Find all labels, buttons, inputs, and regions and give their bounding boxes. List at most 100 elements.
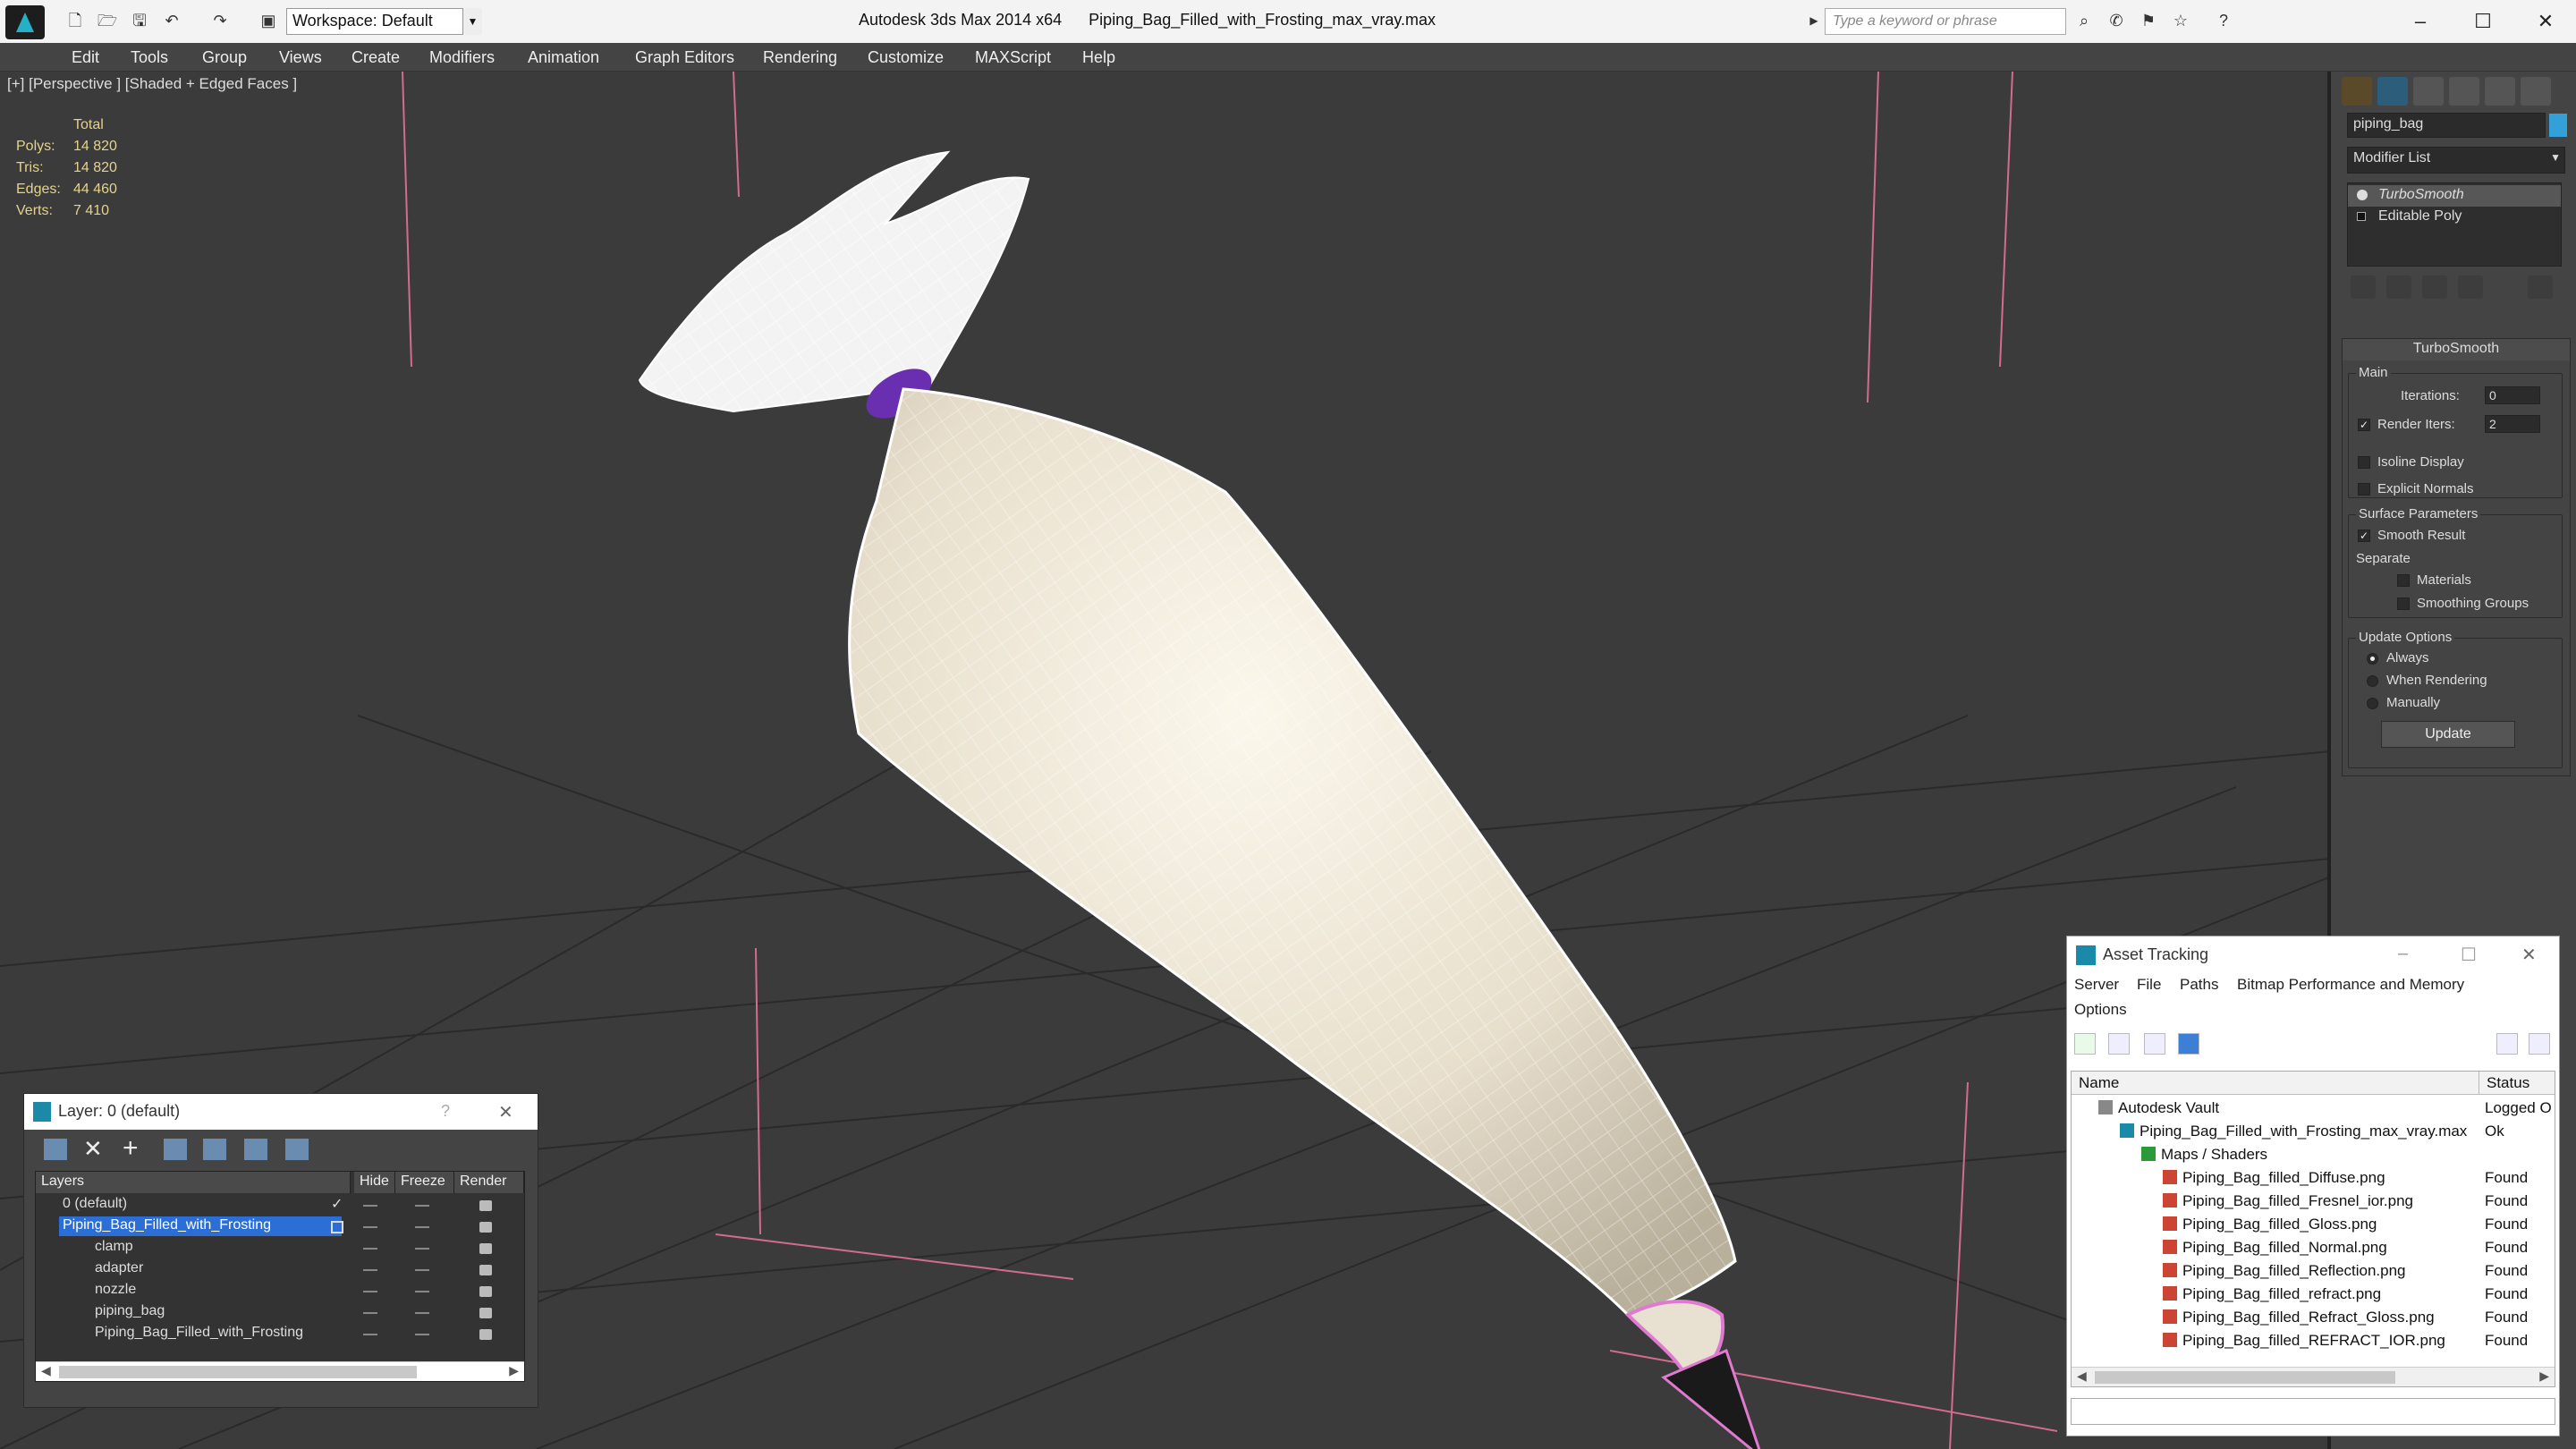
hide-toggle[interactable] — [363, 1205, 377, 1207]
lightbulb-icon[interactable] — [2357, 190, 2368, 200]
create-tab-icon[interactable] — [2342, 77, 2372, 106]
freeze-toggle[interactable] — [415, 1226, 429, 1228]
asset-settings-icon[interactable] — [2529, 1033, 2550, 1055]
menu-group[interactable]: Group — [202, 48, 247, 67]
hide-all-icon[interactable] — [244, 1139, 267, 1160]
close-button[interactable]: ✕ — [498, 1101, 513, 1123]
layer-horizontal-scrollbar[interactable]: ◀ ▶ — [36, 1361, 524, 1381]
menu-server[interactable]: Server — [2074, 976, 2119, 994]
menu-help[interactable]: Help — [1082, 48, 1115, 67]
refresh-icon[interactable] — [2074, 1033, 2096, 1055]
minimize-button[interactable]: – — [2394, 4, 2447, 39]
stack-item-editable-poly[interactable]: Editable Poly — [2348, 207, 2561, 228]
explicit-normals-checkbox[interactable] — [2358, 483, 2370, 496]
object-name-field[interactable]: piping_bag — [2347, 113, 2546, 138]
remove-modifier-icon[interactable] — [2458, 275, 2483, 299]
menu-bitmap-performance[interactable]: Bitmap Performance and Memory — [2237, 976, 2464, 994]
asset-horizontal-scrollbar[interactable]: ◀ ▶ — [2072, 1367, 2555, 1386]
tree-view-icon[interactable] — [2144, 1033, 2165, 1055]
close-button[interactable]: ✕ — [2521, 944, 2537, 966]
maximize-button[interactable]: ☐ — [2456, 4, 2510, 39]
menu-create[interactable]: Create — [352, 48, 400, 67]
smooth-result-checkbox[interactable]: ✓ — [2358, 530, 2370, 542]
set-current-layer-icon[interactable] — [331, 1221, 343, 1233]
active-layer-check-icon[interactable]: ✓ — [331, 1195, 343, 1213]
highlight-layer-icon[interactable] — [203, 1139, 226, 1160]
stack-item-turbosmooth[interactable]: TurboSmooth — [2348, 185, 2561, 207]
app-logo-icon[interactable] — [5, 5, 45, 39]
search-input[interactable]: Type a keyword or phrase — [1825, 8, 2066, 35]
freeze-toggle[interactable] — [415, 1205, 429, 1207]
redo-icon[interactable]: ↷ — [209, 11, 231, 30]
menu-graph-editors[interactable]: Graph Editors — [635, 48, 734, 67]
render-teapot-icon[interactable] — [479, 1286, 492, 1297]
save-icon[interactable]: 🖫 — [129, 11, 150, 30]
menu-options[interactable]: Options — [2074, 1001, 2127, 1019]
menu-modifiers[interactable]: Modifiers — [429, 48, 495, 67]
table-row[interactable]: Piping_Bag_filled_Refract_Gloss.png Found — [2072, 1306, 2555, 1329]
table-view-icon[interactable] — [2178, 1033, 2199, 1055]
scroll-left-icon[interactable]: ◀ — [2077, 1368, 2087, 1384]
menu-tools[interactable]: Tools — [131, 48, 168, 67]
when-rendering-radio[interactable] — [2367, 675, 2378, 687]
new-file-icon[interactable]: 🗋 — [64, 11, 86, 30]
project-folder-icon[interactable]: ▣ — [258, 11, 279, 30]
menu-rendering[interactable]: Rendering — [763, 48, 837, 67]
col-render-header[interactable]: Render — [454, 1172, 524, 1193]
menu-customize[interactable]: Customize — [868, 48, 944, 67]
render-teapot-icon[interactable] — [479, 1222, 492, 1233]
list-view-icon[interactable] — [2108, 1033, 2130, 1055]
hide-toggle[interactable] — [363, 1312, 377, 1314]
scroll-right-icon[interactable]: ▶ — [509, 1363, 519, 1378]
col-status-header[interactable]: Status — [2479, 1072, 2555, 1095]
asset-help-icon[interactable] — [2496, 1033, 2518, 1055]
hide-toggle[interactable] — [363, 1334, 377, 1335]
table-row[interactable]: Piping_Bag_filled_Normal.png Found — [2072, 1236, 2555, 1259]
manually-radio[interactable] — [2367, 698, 2378, 709]
viewport-label[interactable]: [+] [Perspective ] [Shaded + Edged Faces… — [7, 75, 297, 93]
freeze-toggle[interactable] — [415, 1291, 429, 1292]
render-iters-checkbox[interactable]: ✓ — [2358, 419, 2370, 431]
menu-edit[interactable]: Edit — [72, 48, 99, 67]
layer-row[interactable]: adapter — [36, 1259, 524, 1281]
layer-manager-titlebar[interactable]: Layer: 0 (default) ? ✕ — [24, 1094, 538, 1130]
freeze-toggle[interactable] — [415, 1248, 429, 1250]
rollout-header[interactable]: TurboSmooth — [2343, 339, 2570, 360]
render-teapot-icon[interactable] — [479, 1308, 492, 1318]
select-objects-icon[interactable] — [164, 1139, 187, 1160]
table-row[interactable]: Piping_Bag_filled_Fresnel_ior.png Found — [2072, 1190, 2555, 1213]
maximize-button[interactable]: ☐ — [2461, 944, 2477, 966]
freeze-toggle[interactable] — [415, 1312, 429, 1314]
delete-layer-icon[interactable]: ✕ — [83, 1135, 103, 1163]
menu-paths[interactable]: Paths — [2180, 976, 2218, 994]
render-teapot-icon[interactable] — [479, 1200, 492, 1211]
utilities-tab-icon[interactable] — [2521, 77, 2551, 106]
scroll-right-icon[interactable]: ▶ — [2539, 1368, 2549, 1384]
configure-sets-icon[interactable] — [2528, 275, 2553, 299]
render-teapot-icon[interactable] — [479, 1329, 492, 1340]
col-layers-header[interactable]: Layers — [36, 1172, 351, 1193]
open-file-icon[interactable]: 🗁 — [97, 11, 118, 30]
make-unique-icon[interactable] — [2422, 275, 2447, 299]
hierarchy-tab-icon[interactable] — [2413, 77, 2444, 106]
col-hide-header[interactable]: Hide — [354, 1172, 395, 1193]
hide-toggle[interactable] — [363, 1226, 377, 1228]
menu-maxscript[interactable]: MAXScript — [975, 48, 1051, 67]
asset-tracking-titlebar[interactable]: Asset Tracking – ☐ ✕ — [2067, 936, 2559, 972]
modify-tab-icon[interactable] — [2377, 77, 2408, 106]
iterations-spinner[interactable]: 0 — [2485, 386, 2540, 404]
scrollbar-thumb[interactable] — [59, 1366, 417, 1378]
table-row[interactable]: Autodesk Vault Logged O — [2072, 1097, 2555, 1120]
asset-path-field[interactable] — [2071, 1398, 2555, 1425]
workspace-dropdown[interactable]: Workspace: Default ▼ — [286, 8, 482, 35]
help-button[interactable]: ? — [441, 1102, 450, 1121]
table-row[interactable]: Maps / Shaders — [2072, 1143, 2555, 1166]
table-row[interactable]: Piping_Bag_filled_REFRACT_IOR.png Found — [2072, 1329, 2555, 1352]
update-button[interactable]: Update — [2381, 721, 2515, 748]
motion-tab-icon[interactable] — [2449, 77, 2479, 106]
scrollbar-thumb[interactable] — [2095, 1371, 2395, 1384]
subscription-icon[interactable]: ⚑ — [2138, 11, 2159, 30]
object-color-swatch[interactable] — [2549, 114, 2567, 137]
scroll-left-icon[interactable]: ◀ — [41, 1363, 51, 1378]
table-row[interactable]: Piping_Bag_filled_Diffuse.png Found — [2072, 1166, 2555, 1190]
